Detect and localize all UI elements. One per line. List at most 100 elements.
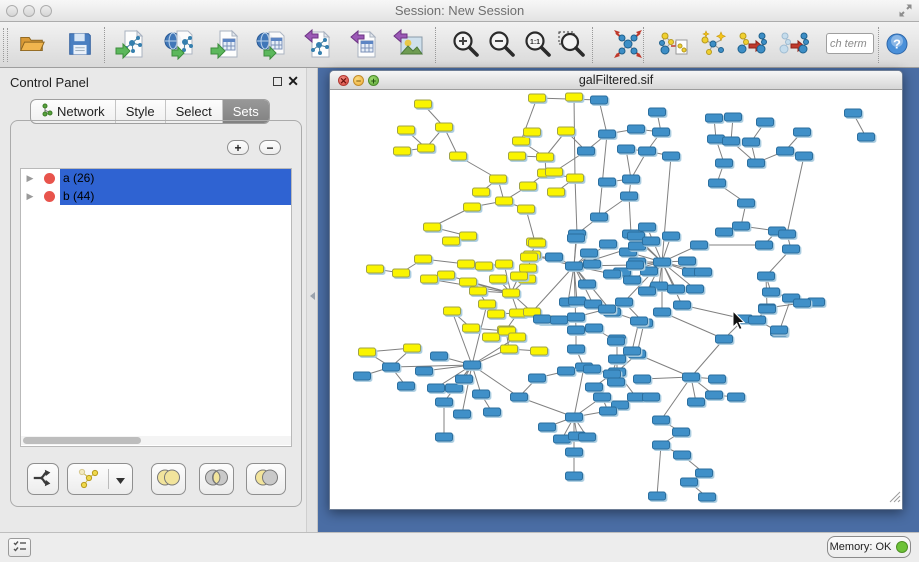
graph-node[interactable] xyxy=(653,416,670,424)
graph-node[interactable] xyxy=(521,253,538,261)
graph-node[interactable] xyxy=(759,305,776,313)
graph-node[interactable] xyxy=(579,433,596,441)
graph-node[interactable] xyxy=(706,114,723,122)
difference-sets-button[interactable] xyxy=(246,463,286,495)
graph-node[interactable] xyxy=(600,407,617,415)
graph-node[interactable] xyxy=(473,188,490,196)
graph-node[interactable] xyxy=(716,159,733,167)
graph-node[interactable] xyxy=(624,347,641,355)
graph-node[interactable] xyxy=(748,159,765,167)
graph-node[interactable] xyxy=(608,337,625,345)
graph-node[interactable] xyxy=(470,287,487,295)
graph-node[interactable] xyxy=(579,280,596,288)
graph-node[interactable] xyxy=(695,268,712,276)
graph-node[interactable] xyxy=(627,261,644,269)
graph-node[interactable] xyxy=(681,478,698,486)
close-panel-icon[interactable]: ✕ xyxy=(287,73,299,90)
graph-node[interactable] xyxy=(503,289,520,297)
graph-node[interactable] xyxy=(473,390,490,398)
graph-node[interactable] xyxy=(600,240,617,248)
graph-node[interactable] xyxy=(460,232,477,240)
graph-node[interactable] xyxy=(431,352,448,360)
zoom-fit-selected-button[interactable] xyxy=(555,27,589,63)
graph-node[interactable] xyxy=(463,324,480,332)
graph-node[interactable] xyxy=(709,179,726,187)
graph-node[interactable] xyxy=(581,249,598,257)
graph-node[interactable] xyxy=(534,315,551,323)
set-row[interactable]: ▶a (26) xyxy=(21,169,291,187)
export-network-button[interactable] xyxy=(301,27,335,63)
graph-node[interactable] xyxy=(511,393,528,401)
graph-node[interactable] xyxy=(450,152,467,160)
select-first-neighbors-button[interactable] xyxy=(696,27,730,63)
graph-node[interactable] xyxy=(696,469,713,477)
graph-node[interactable] xyxy=(723,137,740,145)
graph-node[interactable] xyxy=(604,370,621,378)
graph-node[interactable] xyxy=(643,393,660,401)
graph-node[interactable] xyxy=(618,145,635,153)
search-input[interactable] xyxy=(826,33,874,54)
graph-node[interactable] xyxy=(616,298,633,306)
graph-node[interactable] xyxy=(436,398,453,406)
graph-node[interactable] xyxy=(673,428,690,436)
graph-node[interactable] xyxy=(708,135,725,143)
graph-node[interactable] xyxy=(444,307,461,315)
graph-node[interactable] xyxy=(569,297,586,305)
graph-node[interactable] xyxy=(586,324,603,332)
graph-node[interactable] xyxy=(394,147,411,155)
graph-node[interactable] xyxy=(679,257,696,265)
graph-node[interactable] xyxy=(758,272,775,280)
graph-node[interactable] xyxy=(418,144,435,152)
frame-resize-grip[interactable] xyxy=(888,490,901,508)
graph-node[interactable] xyxy=(554,435,571,443)
graph-node[interactable] xyxy=(483,333,500,341)
graph-node[interactable] xyxy=(631,317,648,325)
graph-node[interactable] xyxy=(621,192,638,200)
graph-node[interactable] xyxy=(513,137,530,145)
graph-node[interactable] xyxy=(725,113,742,121)
graph-node[interactable] xyxy=(728,393,745,401)
graph-node[interactable] xyxy=(794,128,811,136)
graph-node[interactable] xyxy=(479,300,496,308)
graph-node[interactable] xyxy=(458,260,475,268)
remove-set-button[interactable]: − xyxy=(259,140,281,155)
graph-node[interactable] xyxy=(733,222,750,230)
graph-node[interactable] xyxy=(578,147,595,155)
graph-node[interactable] xyxy=(539,423,556,431)
graph-node[interactable] xyxy=(639,287,656,295)
graph-node[interactable] xyxy=(518,205,535,213)
graph-node[interactable] xyxy=(699,493,716,501)
graph-node[interactable] xyxy=(354,372,371,380)
graph-node[interactable] xyxy=(415,100,432,108)
graph-node[interactable] xyxy=(591,96,608,104)
graph-node[interactable] xyxy=(460,278,477,286)
graph-node[interactable] xyxy=(367,265,384,273)
graph-node[interactable] xyxy=(531,347,548,355)
graph-node[interactable] xyxy=(548,188,565,196)
graph-node[interactable] xyxy=(520,264,537,272)
graph-node[interactable] xyxy=(634,375,651,383)
graph-node[interactable] xyxy=(520,182,537,190)
graph-node[interactable] xyxy=(524,128,541,136)
graph-node[interactable] xyxy=(609,355,626,363)
help-button[interactable]: ? xyxy=(884,27,910,63)
union-sets-button[interactable] xyxy=(151,463,186,495)
graph-node[interactable] xyxy=(464,361,481,369)
collapse-left-icon[interactable] xyxy=(310,292,315,300)
create-set-from-network-button[interactable] xyxy=(67,463,133,495)
set-row[interactable]: ▶b (44) xyxy=(21,187,291,205)
show-all-button[interactable] xyxy=(778,27,812,63)
graph-node[interactable] xyxy=(359,348,376,356)
graph-node[interactable] xyxy=(566,448,583,456)
graph-node[interactable] xyxy=(398,382,415,390)
graph-node[interactable] xyxy=(586,383,603,391)
graph-node[interactable] xyxy=(654,308,671,316)
sets-horizontal-scrollbar[interactable] xyxy=(21,436,291,445)
graph-node[interactable] xyxy=(383,363,400,371)
graph-node[interactable] xyxy=(783,245,800,253)
graph-node[interactable] xyxy=(623,175,640,183)
fullscreen-icon[interactable] xyxy=(898,3,913,23)
graph-node[interactable] xyxy=(604,270,621,278)
graph-node[interactable] xyxy=(443,237,460,245)
graph-node[interactable] xyxy=(529,374,546,382)
